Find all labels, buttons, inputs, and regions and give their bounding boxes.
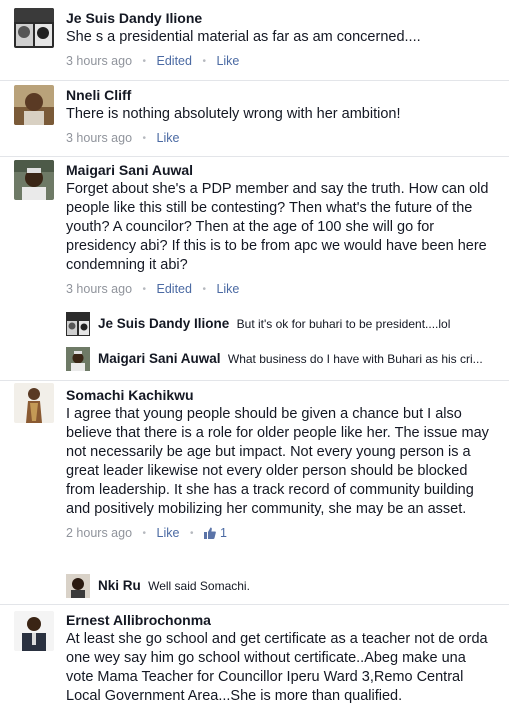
avatar[interactable]	[14, 85, 54, 125]
edited-link[interactable]: Edited	[157, 282, 192, 296]
comment-text: She s a presidential material as far as …	[66, 29, 421, 45]
comment: Maigari Sani Auwal Forget about she's a …	[0, 157, 509, 380]
comment-author[interactable]: Maigari Sani Auwal	[66, 161, 497, 179]
like-button[interactable]: Like	[157, 131, 180, 145]
comment-time[interactable]: 3 hours ago	[66, 54, 132, 68]
comment: Je Suis Dandy Ilione She s a presidentia…	[0, 0, 509, 80]
comment-time[interactable]: 3 hours ago	[66, 131, 132, 145]
like-count[interactable]: 1	[203, 526, 227, 543]
comment-text: I agree that young people should be give…	[66, 406, 489, 517]
reply[interactable]: Maigari Sani Auwal What business do I ha…	[66, 347, 501, 371]
like-button[interactable]: Like	[216, 54, 239, 68]
avatar[interactable]	[14, 8, 54, 48]
comment-meta: 3 hours ago • Edited • Like	[66, 53, 497, 70]
reply-author[interactable]: Nki Ru	[98, 578, 141, 593]
thumbs-up-icon	[203, 527, 216, 543]
avatar[interactable]	[66, 347, 90, 371]
reply[interactable]: Je Suis Dandy Ilione But it's ok for buh…	[66, 312, 501, 336]
comment-author[interactable]: Somachi Kachikwu	[66, 386, 497, 404]
comment-time[interactable]: 2 hours ago	[66, 526, 132, 540]
reply-text: Well said Somachi.	[148, 579, 250, 593]
separator-dot: •	[142, 56, 147, 67]
comment-author[interactable]: Nneli Cliff	[66, 86, 497, 104]
comment-meta: 2 hours ago • Like • 1	[66, 525, 497, 543]
reply-author[interactable]: Je Suis Dandy Ilione	[98, 316, 229, 331]
separator-dot: •	[189, 528, 194, 539]
comment-text: At least she go school and get certifica…	[66, 631, 488, 704]
like-button[interactable]: Like	[157, 526, 180, 540]
comment-meta: 3 hours ago • Edited • Like	[66, 281, 497, 298]
avatar[interactable]	[14, 160, 54, 200]
comment-meta: 3 hours ago • Like	[66, 130, 497, 147]
comment: Ernest Allibrochonma At least she go sch…	[0, 605, 509, 727]
reply[interactable]: Nki Ru Well said Somachi.	[66, 574, 501, 598]
avatar[interactable]	[14, 383, 54, 423]
avatar[interactable]	[66, 574, 90, 598]
comment-time[interactable]: 3 hours ago	[66, 282, 132, 296]
comment: Somachi Kachikwu I agree that young peop…	[0, 381, 509, 604]
reply-text: But it's ok for buhari to be president..…	[236, 317, 451, 331]
comment-text: There is nothing absolutely wrong with h…	[66, 106, 401, 122]
comment: Nneli Cliff There is nothing absolutely …	[0, 81, 509, 156]
separator-dot: •	[142, 528, 147, 539]
reply-author[interactable]: Maigari Sani Auwal	[98, 351, 221, 366]
reply-text: What business do I have with Buhari as h…	[227, 352, 483, 366]
comment-author[interactable]: Ernest Allibrochonma	[66, 611, 497, 629]
separator-dot: •	[142, 133, 147, 144]
comment-text: Forget about she's a PDP member and say …	[66, 181, 489, 273]
avatar[interactable]	[66, 312, 90, 336]
avatar[interactable]	[14, 611, 54, 651]
separator-dot: •	[202, 284, 206, 295]
edited-link[interactable]: Edited	[157, 54, 192, 68]
like-count-value: 1	[219, 526, 227, 540]
comment-author[interactable]: Je Suis Dandy Ilione	[66, 9, 497, 27]
separator-dot: •	[142, 284, 147, 295]
separator-dot: •	[202, 56, 206, 67]
like-button[interactable]: Like	[216, 282, 239, 296]
